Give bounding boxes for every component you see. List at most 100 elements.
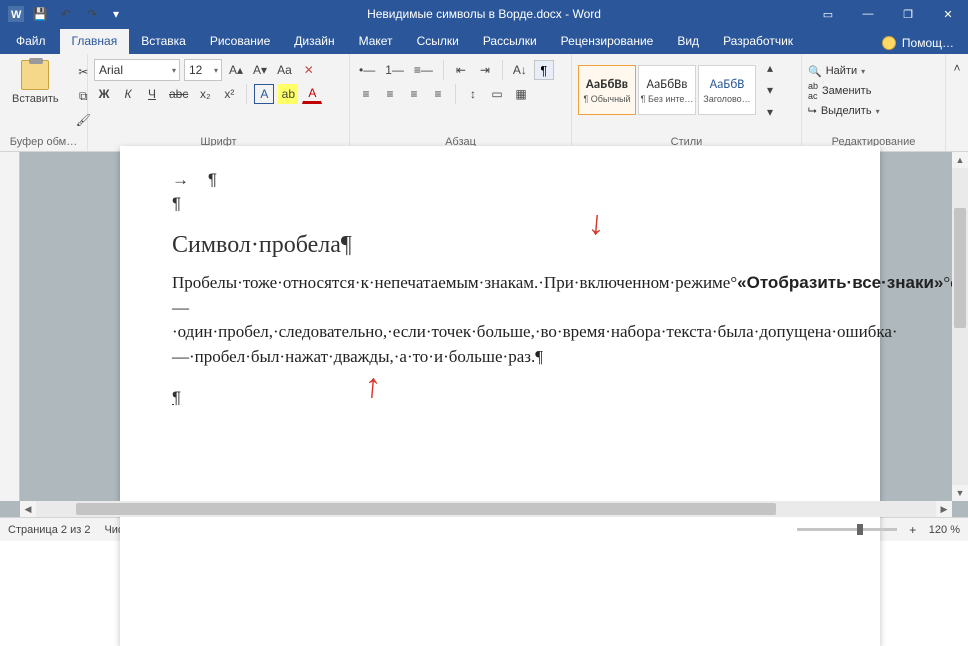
tab-mailings[interactable]: Рассылки <box>471 29 549 54</box>
quick-access-toolbar: W 💾 ↶ ↷ ▾ <box>0 6 124 22</box>
undo-button[interactable]: ↶ <box>56 6 76 22</box>
indent-button[interactable]: ⇥ <box>475 60 495 80</box>
style-normal[interactable]: АаБбВв ¶ Обычный <box>578 65 636 115</box>
subscript-button[interactable]: x₂ <box>195 84 215 104</box>
line-spacing-button[interactable]: ↕ <box>463 84 483 104</box>
font-color-button[interactable]: A <box>302 84 322 104</box>
bold-button[interactable]: Ж <box>94 84 114 104</box>
svg-text:W: W <box>11 9 22 21</box>
sort-button[interactable]: A↓ <box>510 60 530 80</box>
tab-draw[interactable]: Рисование <box>198 29 282 54</box>
italic-button[interactable]: К <box>118 84 138 104</box>
bold-fragment: «Отобразить·все·знаки» <box>737 273 943 292</box>
find-button[interactable]: 🔍Найти▾ <box>808 62 939 80</box>
tell-me-label: Помощ… <box>902 36 954 50</box>
font-name-combo[interactable]: Arial <box>94 59 180 81</box>
tell-me[interactable]: Помощ… <box>876 36 968 54</box>
align-left-button[interactable]: ≡ <box>356 84 376 104</box>
ribbon-collapse-button[interactable]: ▭ <box>808 0 848 28</box>
tab-home[interactable]: Главная <box>60 29 130 54</box>
scroll-thumb-h[interactable] <box>76 503 776 515</box>
change-case-button[interactable]: Aa <box>274 60 295 80</box>
tab-layout[interactable]: Макет <box>347 29 405 54</box>
heading: Символ·пробела¶ <box>172 232 828 259</box>
group-font: Arial 12 A▴ A▾ Aa ✕ Ж К Ч abc x₂ x² A ab… <box>88 54 350 151</box>
tab-view[interactable]: Вид <box>665 29 711 54</box>
scroll-right-icon[interactable]: ▶ <box>936 504 952 515</box>
scroll-up-icon[interactable]: ▲ <box>952 152 968 168</box>
tab-file[interactable]: Файл <box>4 29 58 54</box>
zoom-slider[interactable] <box>797 528 897 531</box>
scroll-down-icon[interactable]: ▼ <box>952 485 968 501</box>
bullets-button[interactable]: •— <box>356 60 378 80</box>
font-size-combo[interactable]: 12 <box>184 59 222 81</box>
borders-button[interactable]: ▦ <box>511 84 531 104</box>
horizontal-scrollbar[interactable]: ◀ ▶ <box>20 501 952 517</box>
zoom-in-button[interactable]: + <box>903 520 923 540</box>
document-area: → ¶ ¶ Символ·пробела¶ Пробелы·тоже·относ… <box>0 152 968 517</box>
highlight-button[interactable]: ab <box>278 84 298 104</box>
shading-button[interactable]: ▭ <box>487 84 507 104</box>
grow-font-button[interactable]: A▴ <box>226 60 246 80</box>
clear-format-button[interactable]: ✕ <box>299 60 319 80</box>
qat-more-icon[interactable]: ▾ <box>108 6 124 22</box>
scroll-left-icon[interactable]: ◀ <box>20 504 36 515</box>
group-clipboard: Вставить ✂ ⧉ 🖌 Буфер обм… <box>0 54 88 151</box>
tab-review[interactable]: Рецензирование <box>549 29 666 54</box>
mark-top: → ¶ <box>172 170 828 190</box>
group-label: Буфер обм… <box>6 134 81 151</box>
group-editing: 🔍Найти▾ abacЗаменить ⮡Выделить▾ Редактир… <box>802 54 946 151</box>
ribbon-tabs: Файл Главная Вставка Рисование Дизайн Ма… <box>0 28 968 54</box>
document-title: Невидимые символы в Ворде.docx - Word <box>367 7 601 21</box>
maximize-button[interactable]: ❐ <box>888 0 928 28</box>
save-button[interactable]: 💾 <box>30 6 50 22</box>
word-icon: W <box>8 6 24 22</box>
paste-button[interactable]: Вставить <box>6 58 65 107</box>
outdent-button[interactable]: ⇤ <box>451 60 471 80</box>
ribbon: Вставить ✂ ⧉ 🖌 Буфер обм… Arial 12 A▴ A▾… <box>0 54 968 152</box>
body-paragraph: Пробелы·тоже·относятся·к·непечатаемым·зн… <box>172 271 828 370</box>
group-paragraph: •— 1— ≡— ⇤ ⇥ A↓ ¶ ≡ ≡ ≡ ≡ ↕ ▭ ▦ Абзац <box>350 54 572 151</box>
align-center-button[interactable]: ≡ <box>380 84 400 104</box>
multilevel-button[interactable]: ≡— <box>411 60 436 80</box>
tab-references[interactable]: Ссылки <box>405 29 471 54</box>
tab-design[interactable]: Дизайн <box>282 29 346 54</box>
minimize-button[interactable]: — <box>848 0 888 28</box>
vertical-scrollbar[interactable]: ▲ ▼ <box>952 152 968 501</box>
mark-pilcrow: ¶ <box>172 194 828 214</box>
numbering-button[interactable]: 1— <box>382 60 407 80</box>
cursor-icon: ⮡ <box>808 105 817 118</box>
select-button[interactable]: ⮡Выделить▾ <box>808 102 939 120</box>
shrink-font-button[interactable]: A▾ <box>250 60 270 80</box>
align-right-button[interactable]: ≡ <box>404 84 424 104</box>
style-no-spacing[interactable]: АаБбВв ¶ Без инте… <box>638 65 696 115</box>
page[interactable]: → ¶ ¶ Символ·пробела¶ Пробелы·тоже·относ… <box>120 146 880 646</box>
mark-bottom: ¶ <box>172 388 828 408</box>
paste-icon <box>21 60 49 90</box>
style-heading1[interactable]: АаБбВ Заголово… <box>698 65 756 115</box>
underline-button[interactable]: Ч <box>142 84 162 104</box>
tab-developer[interactable]: Разработчик <box>711 29 805 54</box>
replace-icon: abac <box>808 81 818 101</box>
replace-button[interactable]: abacЗаменить <box>808 82 939 100</box>
close-button[interactable]: ✕ <box>928 0 968 28</box>
group-styles: АаБбВв ¶ Обычный АаБбВв ¶ Без инте… АаБб… <box>572 54 802 151</box>
align-justify-button[interactable]: ≡ <box>428 84 448 104</box>
zoom-value[interactable]: 120 % <box>929 524 960 536</box>
superscript-button[interactable]: x² <box>219 84 239 104</box>
styles-down-button[interactable]: ▾ <box>760 80 780 100</box>
collapse-ribbon-button[interactable]: ˄ <box>947 58 967 78</box>
strike-button[interactable]: abc <box>166 84 191 104</box>
redo-button[interactable]: ↷ <box>82 6 102 22</box>
show-marks-button[interactable]: ¶ <box>534 60 554 80</box>
page-indicator[interactable]: Страница 2 из 2 <box>8 524 90 536</box>
vertical-ruler[interactable] <box>0 152 20 501</box>
search-icon: 🔍 <box>808 65 822 78</box>
text-effects-button[interactable]: A <box>254 84 274 104</box>
bulb-icon <box>882 36 896 50</box>
styles-up-button[interactable]: ▴ <box>760 58 780 78</box>
title-bar: W 💾 ↶ ↷ ▾ Невидимые символы в Ворде.docx… <box>0 0 968 28</box>
tab-insert[interactable]: Вставка <box>129 29 198 54</box>
scroll-thumb[interactable] <box>954 208 966 328</box>
styles-more-button[interactable]: ▾ <box>760 102 780 122</box>
